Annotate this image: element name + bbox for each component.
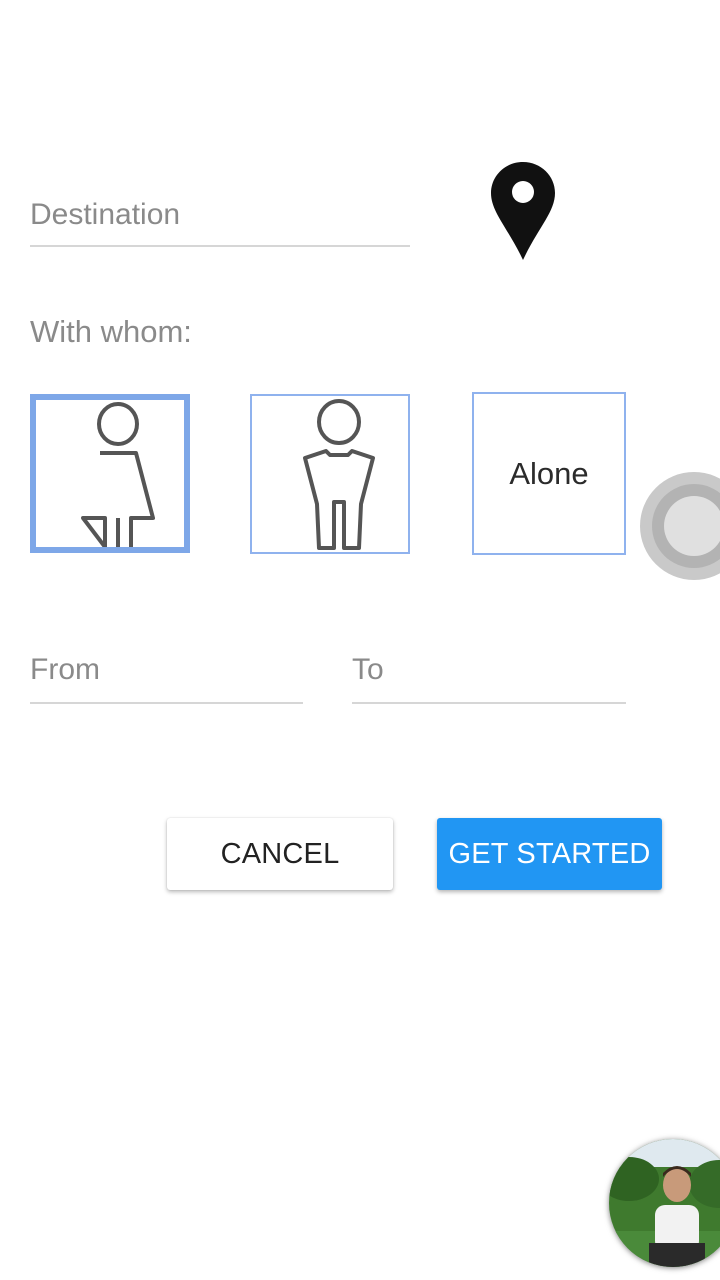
to-date-field[interactable] [352, 650, 626, 704]
cancel-button[interactable]: CANCEL [167, 818, 393, 890]
trip-form-screen: With whom: Alone CANCEL GET STARTED [0, 0, 720, 1280]
from-input[interactable] [30, 650, 303, 690]
destination-input[interactable] [30, 195, 410, 235]
male-person-icon [303, 399, 375, 550]
avatar-photo [609, 1139, 720, 1267]
companion-male-option[interactable] [250, 394, 410, 554]
assistive-touch-core [664, 496, 720, 556]
companion-female-option[interactable] [30, 394, 190, 553]
chat-head-avatar[interactable] [609, 1139, 720, 1267]
destination-field[interactable] [30, 195, 410, 247]
assistive-touch-icon[interactable] [640, 472, 720, 580]
location-pin-icon[interactable] [488, 160, 558, 262]
alone-label: Alone [509, 455, 589, 491]
from-date-field[interactable] [30, 650, 303, 704]
with-whom-label: With whom: [30, 314, 192, 349]
companion-alone-option[interactable]: Alone [472, 392, 626, 555]
get-started-button[interactable]: GET STARTED [437, 818, 662, 890]
to-input[interactable] [352, 650, 626, 690]
female-person-icon [81, 402, 155, 547]
